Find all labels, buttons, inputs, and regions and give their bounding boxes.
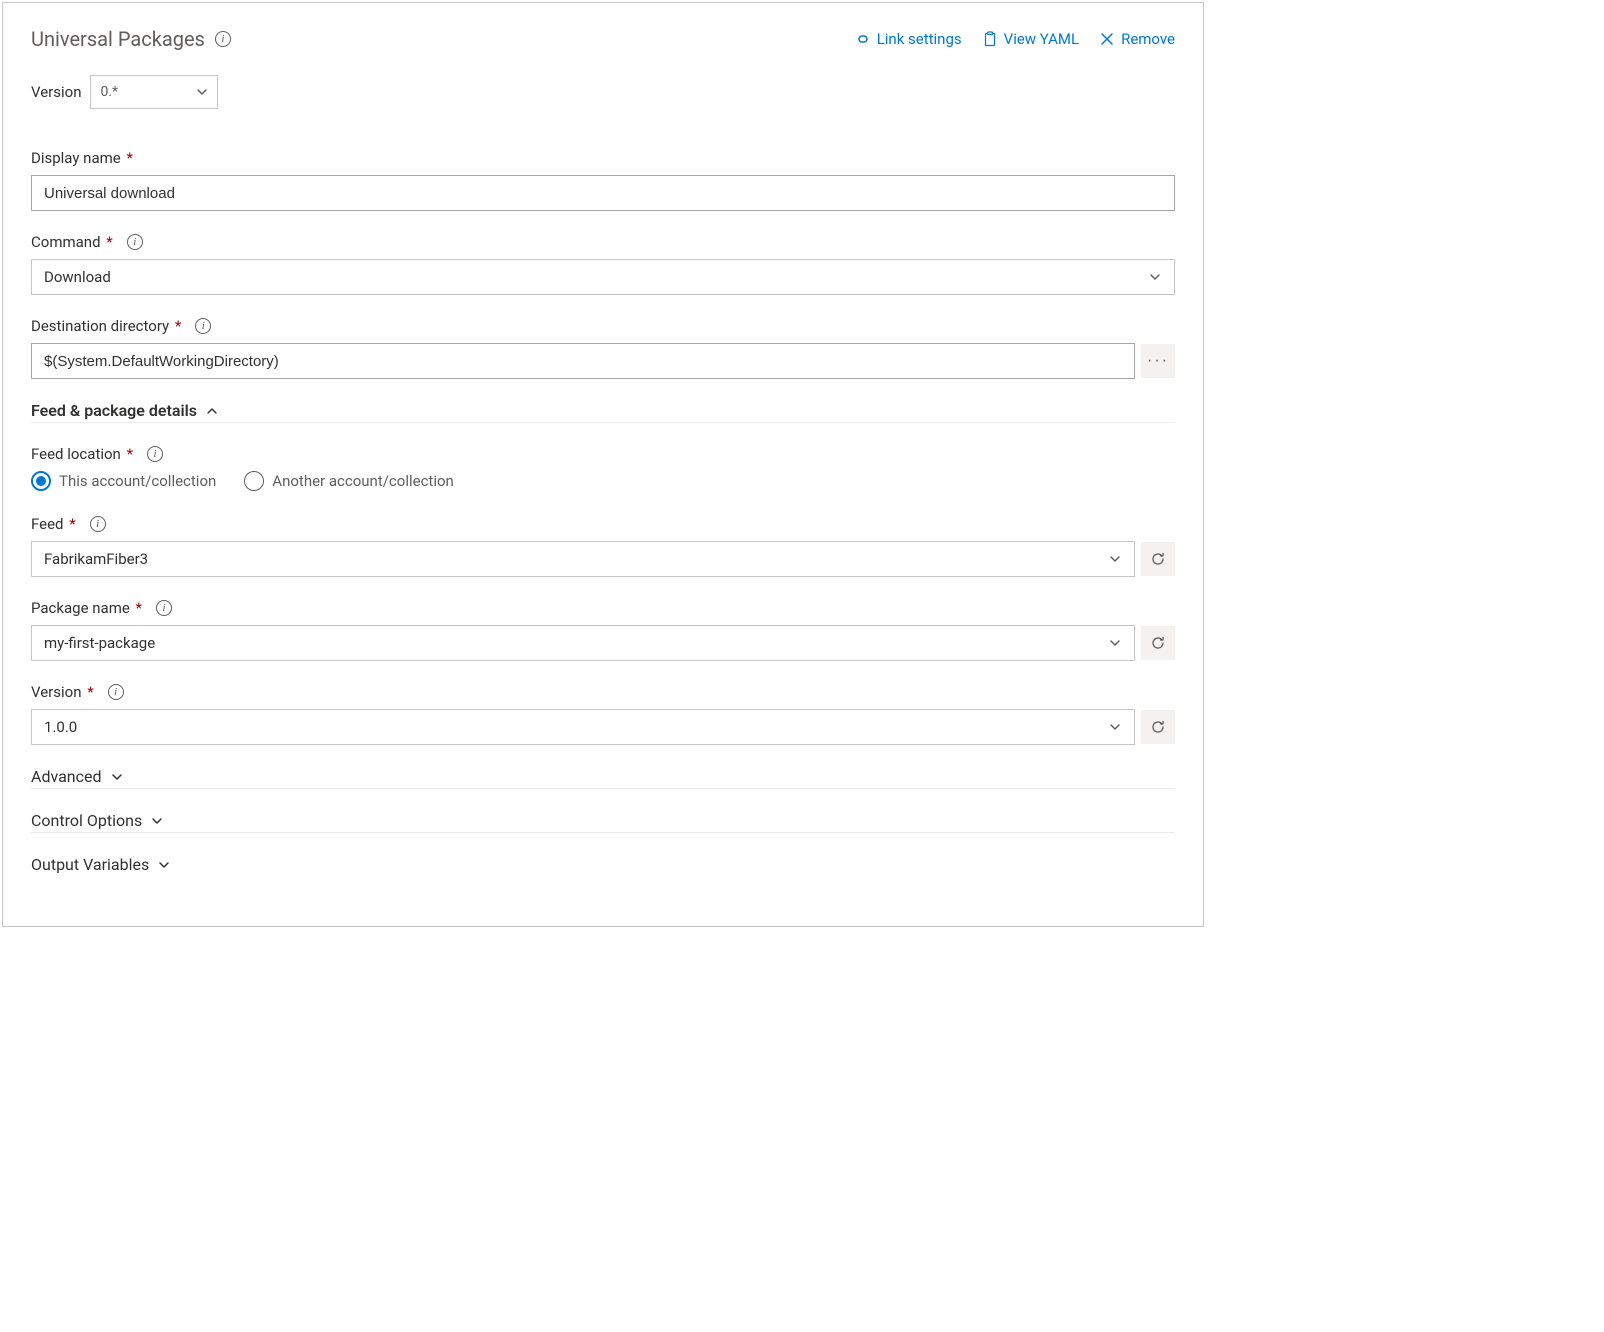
feed-field: Feed * i FabrikamFiber3 (31, 515, 1175, 577)
refresh-feed-button[interactable] (1141, 542, 1175, 576)
chevron-down-icon (1108, 720, 1122, 734)
radio-another-account-label: Another account/collection (272, 472, 454, 490)
section-control-options[interactable]: Control Options (31, 811, 1175, 833)
destination-directory-row: ··· (31, 343, 1175, 379)
refresh-icon (1150, 719, 1166, 735)
feed-value: FabrikamFiber3 (44, 550, 148, 568)
package-name-label: Package name (31, 599, 130, 617)
required-indicator: * (171, 317, 181, 335)
package-version-value: 1.0.0 (44, 718, 77, 736)
section-output-variables[interactable]: Output Variables (31, 855, 1175, 876)
feed-location-radios: This account/collection Another account/… (31, 471, 1175, 491)
top-actions: Link settings View YAML Remove (855, 30, 1175, 48)
radio-this-account-label: This account/collection (59, 472, 216, 490)
chevron-down-icon (1148, 270, 1162, 284)
info-icon[interactable]: i (127, 234, 143, 250)
destination-directory-label-row: Destination directory * i (31, 317, 1175, 335)
refresh-package-button[interactable] (1141, 626, 1175, 660)
remove-label: Remove (1121, 30, 1175, 48)
required-indicator: * (123, 149, 133, 167)
display-name-input[interactable] (31, 175, 1175, 211)
section-advanced[interactable]: Advanced (31, 767, 1175, 789)
version-chooser: Version 0.* (31, 75, 1175, 109)
package-version-label: Version (31, 683, 82, 701)
task-editor-panel: Universal Packages i Link settings View … (2, 2, 1204, 927)
chevron-down-icon (110, 770, 124, 784)
info-icon[interactable]: i (147, 446, 163, 462)
command-field: Command * i Download (31, 233, 1175, 295)
version-chooser-value: 0.* (101, 84, 119, 100)
required-indicator: * (123, 445, 133, 463)
required-indicator: * (132, 599, 142, 617)
radio-selected-icon (31, 471, 51, 491)
command-value: Download (44, 268, 111, 286)
remove-button[interactable]: Remove (1099, 30, 1175, 48)
section-feed-details-label: Feed & package details (31, 401, 197, 420)
package-name-value: my-first-package (44, 634, 155, 652)
package-name-field: Package name * i my-first-package (31, 599, 1175, 661)
title-wrap: Universal Packages i (31, 27, 231, 51)
display-name-label-row: Display name * (31, 149, 1175, 167)
feed-location-label-row: Feed location * i (31, 445, 1175, 463)
required-indicator: * (84, 683, 94, 701)
required-indicator: * (66, 515, 76, 533)
view-yaml-label: View YAML (1004, 30, 1079, 48)
package-name-select[interactable]: my-first-package (31, 625, 1135, 661)
section-output-variables-label: Output Variables (31, 855, 149, 874)
view-yaml-button[interactable]: View YAML (982, 30, 1079, 48)
chevron-down-icon (1108, 636, 1122, 650)
feed-select[interactable]: FabrikamFiber3 (31, 541, 1135, 577)
chevron-up-icon (205, 404, 219, 418)
command-select[interactable]: Download (31, 259, 1175, 295)
package-name-label-row: Package name * i (31, 599, 1175, 617)
section-advanced-label: Advanced (31, 767, 102, 786)
refresh-icon (1150, 635, 1166, 651)
display-name-label: Display name (31, 149, 121, 167)
refresh-version-button[interactable] (1141, 710, 1175, 744)
version-chooser-select[interactable]: 0.* (90, 75, 218, 109)
radio-unselected-icon (244, 471, 264, 491)
clipboard-icon (982, 31, 998, 47)
package-version-label-row: Version * i (31, 683, 1175, 701)
info-icon[interactable]: i (108, 684, 124, 700)
radio-this-account[interactable]: This account/collection (31, 471, 216, 491)
task-title: Universal Packages (31, 27, 205, 51)
close-icon (1099, 31, 1115, 47)
destination-directory-field: Destination directory * i ··· (31, 317, 1175, 379)
section-control-options-label: Control Options (31, 811, 142, 830)
top-row: Universal Packages i Link settings View … (31, 27, 1175, 51)
info-icon[interactable]: i (195, 318, 211, 334)
package-version-field: Version * i 1.0.0 (31, 683, 1175, 745)
radio-another-account[interactable]: Another account/collection (244, 471, 454, 491)
link-settings-label: Link settings (877, 30, 962, 48)
destination-directory-input[interactable] (31, 343, 1135, 379)
link-settings-button[interactable]: Link settings (855, 30, 962, 48)
command-label-row: Command * i (31, 233, 1175, 251)
section-feed-details[interactable]: Feed & package details (31, 401, 1175, 423)
feed-location-label: Feed location (31, 445, 121, 463)
feed-location-field: Feed location * i This account/collectio… (31, 445, 1175, 491)
link-icon (855, 31, 871, 47)
chevron-down-icon (150, 814, 164, 828)
required-indicator: * (103, 233, 113, 251)
command-label: Command (31, 233, 101, 251)
chevron-down-icon (157, 858, 171, 872)
version-chooser-label: Version (31, 83, 82, 101)
chevron-down-icon (1108, 552, 1122, 566)
feed-label: Feed (31, 515, 64, 533)
info-icon[interactable]: i (215, 31, 231, 47)
feed-row: FabrikamFiber3 (31, 541, 1175, 577)
destination-directory-label: Destination directory (31, 317, 169, 335)
info-icon[interactable]: i (156, 600, 172, 616)
feed-label-row: Feed * i (31, 515, 1175, 533)
browse-button[interactable]: ··· (1141, 344, 1175, 378)
refresh-icon (1150, 551, 1166, 567)
ellipsis-icon: ··· (1147, 352, 1169, 370)
info-icon[interactable]: i (90, 516, 106, 532)
package-version-select[interactable]: 1.0.0 (31, 709, 1135, 745)
display-name-field: Display name * (31, 149, 1175, 211)
package-version-row: 1.0.0 (31, 709, 1175, 745)
package-name-row: my-first-package (31, 625, 1175, 661)
chevron-down-icon (195, 85, 209, 99)
